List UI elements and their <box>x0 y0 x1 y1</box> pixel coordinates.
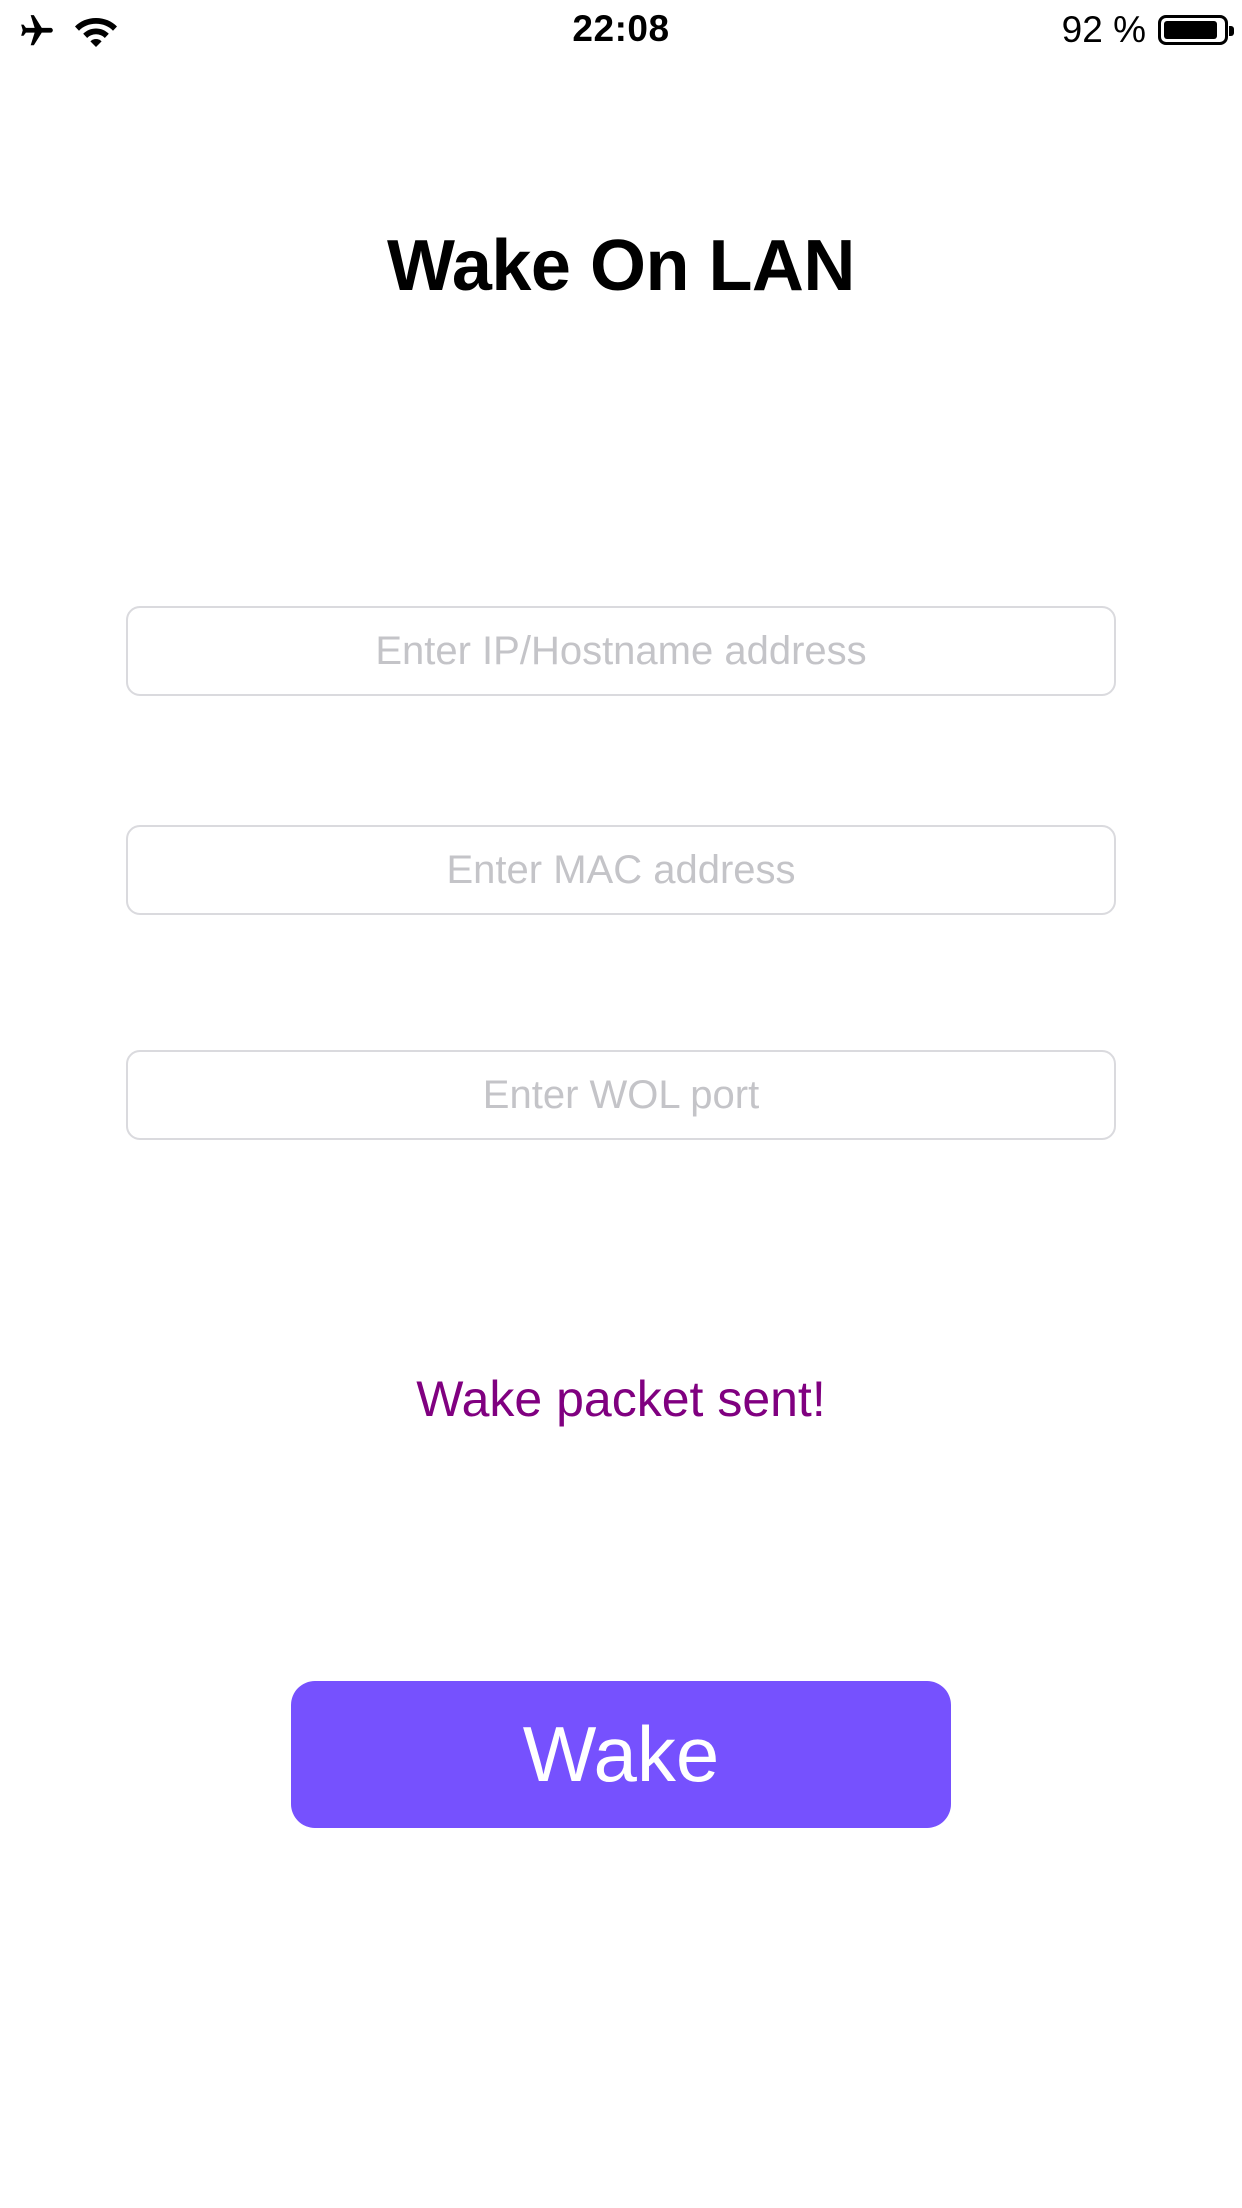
battery-icon <box>1158 15 1234 45</box>
battery-cap <box>1229 26 1234 36</box>
status-right: 92 % <box>1061 8 1234 52</box>
battery-fill <box>1164 21 1217 39</box>
page-title: Wake On LAN <box>387 226 855 306</box>
ip-hostname-input[interactable] <box>126 606 1116 696</box>
status-message: Wake packet sent! <box>416 1371 826 1427</box>
status-bar: 22:08 92 % <box>0 0 1242 60</box>
wol-port-input[interactable] <box>126 1050 1116 1140</box>
mac-address-input[interactable] <box>126 825 1116 915</box>
wake-button[interactable]: Wake <box>291 1681 951 1828</box>
status-time: 22:08 <box>572 8 670 49</box>
battery-percentage: 92 % <box>1061 9 1146 50</box>
